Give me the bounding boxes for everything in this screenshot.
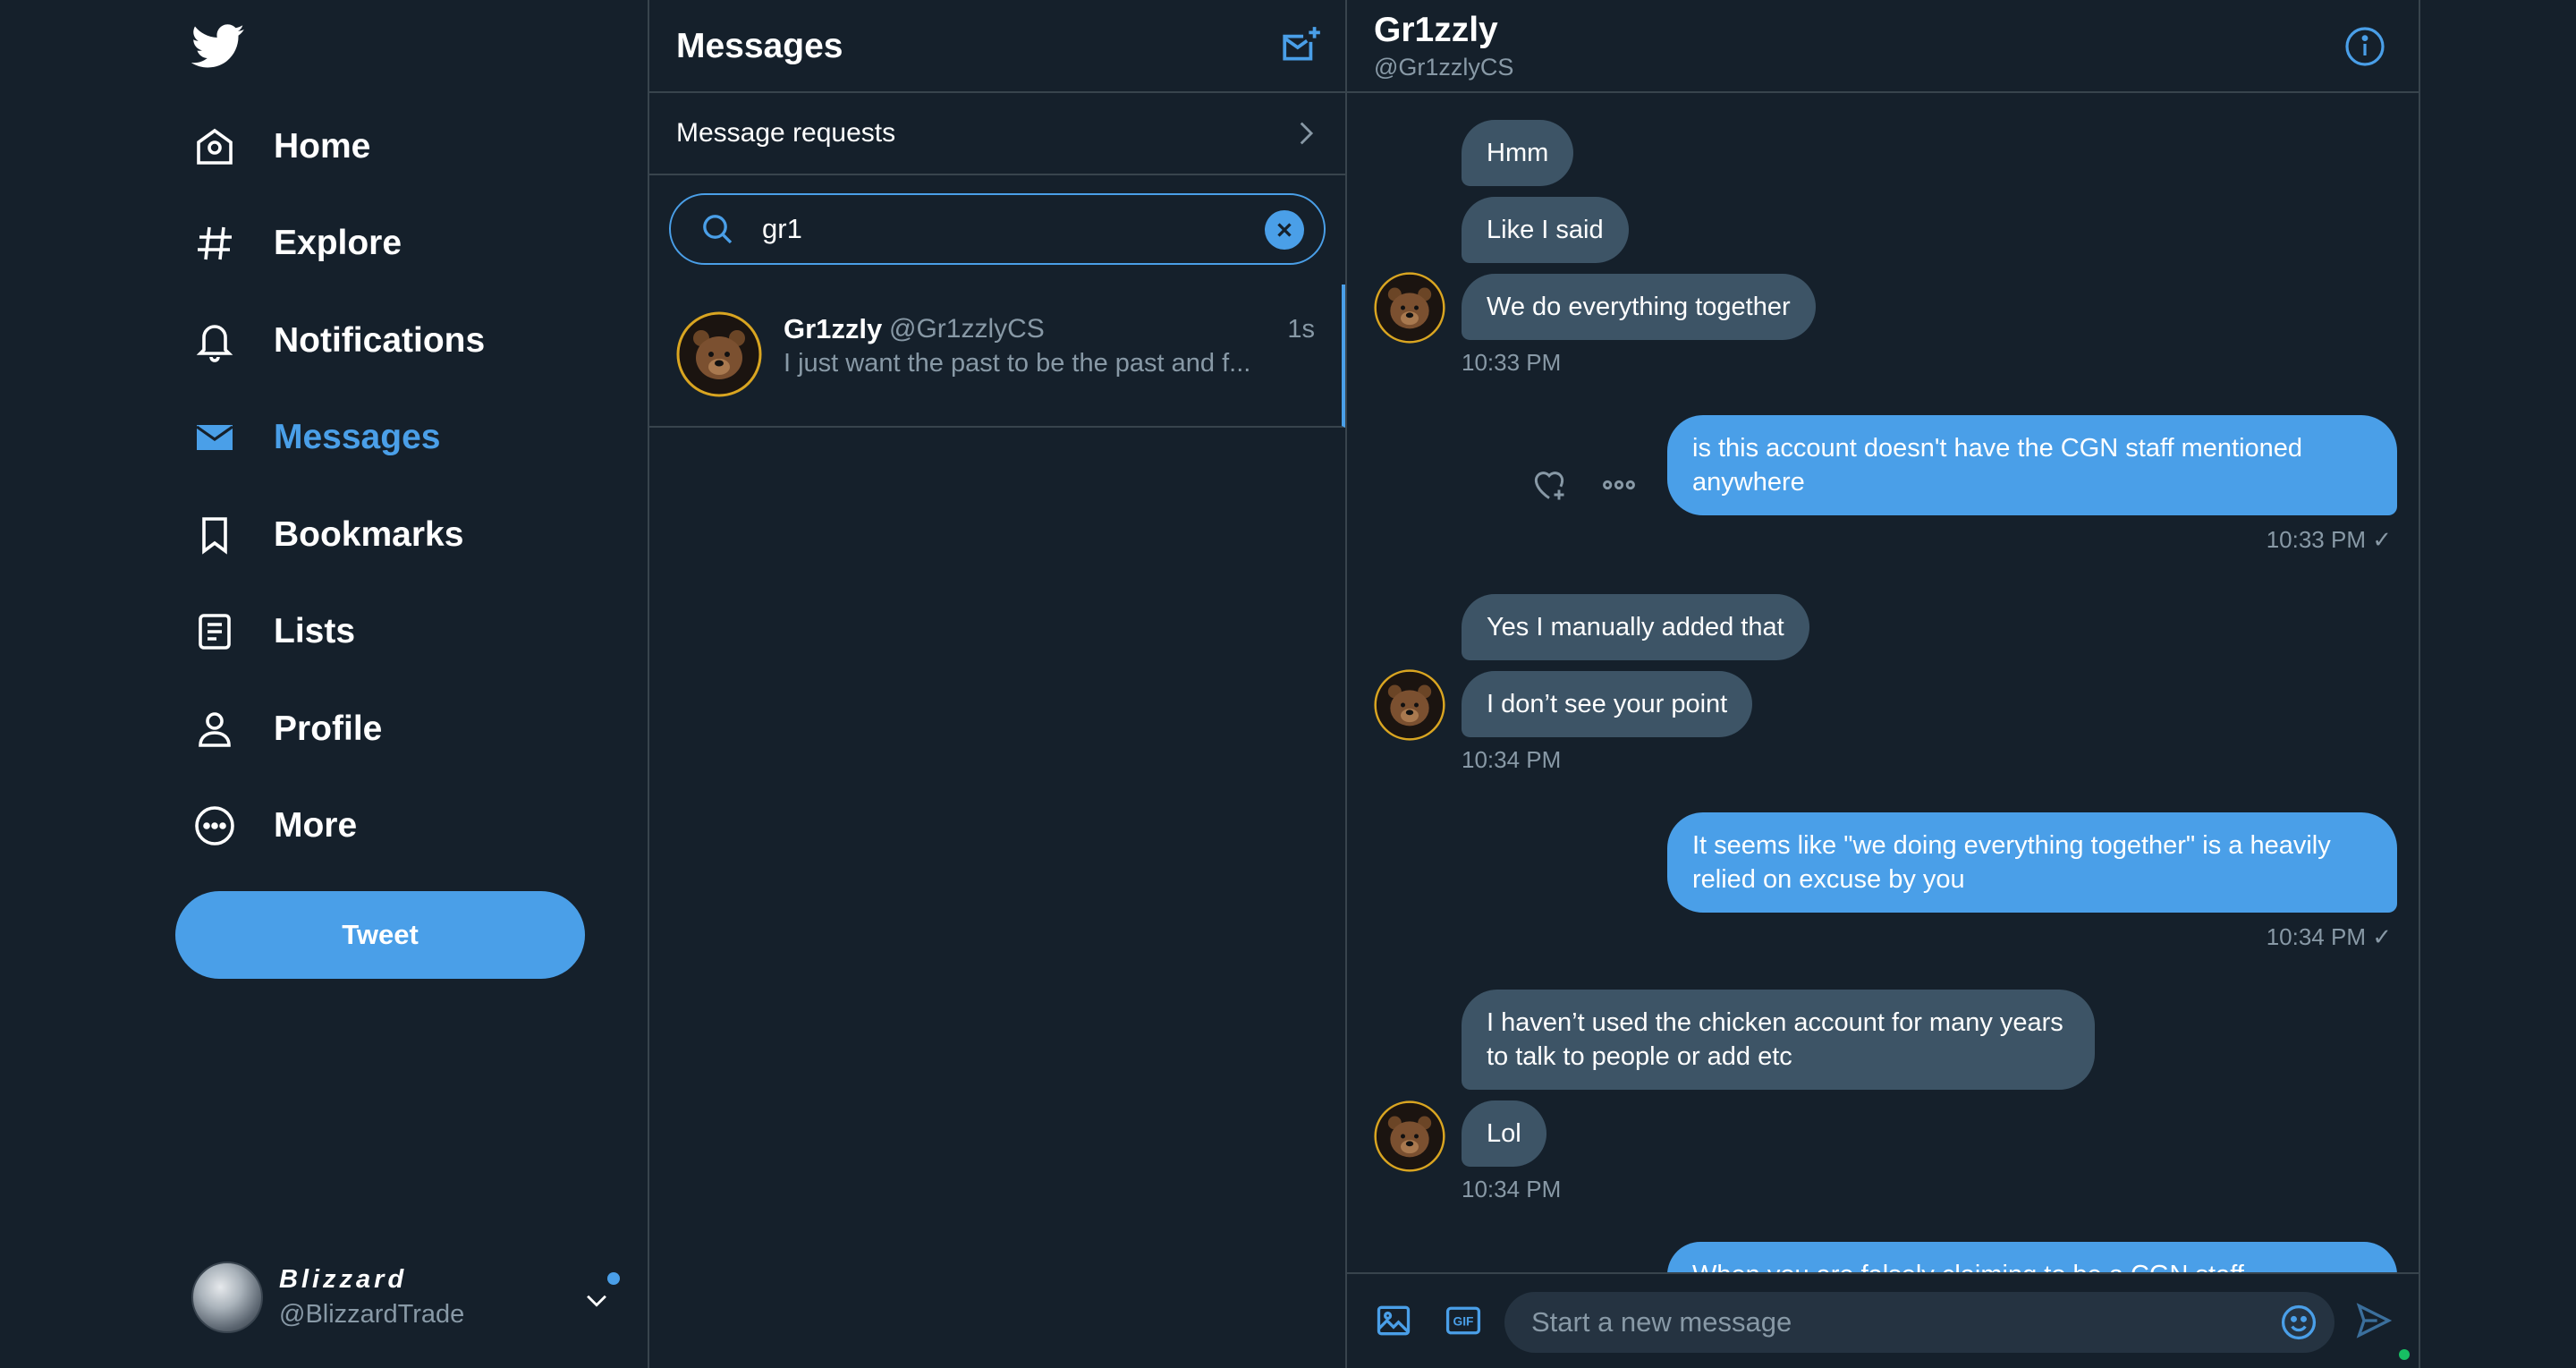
message-bubble-outgoing[interactable]: is this account doesn't have the CGN sta… — [1667, 415, 2397, 515]
message-requests-link[interactable]: Message requests — [649, 93, 1345, 175]
bell-icon — [188, 314, 242, 368]
nav-bookmarks[interactable]: Bookmarks — [188, 499, 564, 571]
message-timestamp: 10:33 PM — [1462, 349, 1562, 376]
message-bubble-incoming[interactable]: Hmm — [1462, 120, 1574, 186]
message-requests-label: Message requests — [676, 118, 896, 148]
search-box — [669, 193, 1326, 265]
message-bubble-incoming[interactable]: I don’t see your point — [1462, 671, 1753, 737]
message-bubble-outgoing[interactable]: When you are falsely claiming to be a CG… — [1667, 1242, 2397, 1272]
message-bubble-incoming[interactable]: Yes I manually added that — [1462, 594, 1809, 660]
gif-icon[interactable]: GIF — [1444, 1301, 1483, 1340]
sender-avatar — [1374, 272, 1445, 344]
send-icon[interactable] — [2354, 1301, 2394, 1340]
chevron-right-icon — [1300, 122, 1314, 145]
nav-more-label: More — [274, 806, 358, 845]
nav-notifications-label: Notifications — [274, 321, 486, 360]
envelope-icon — [188, 411, 242, 464]
message-timestamp: 10:34 PM ✓ — [2266, 923, 2392, 950]
message-timestamp: 10:33 PM ✓ — [2266, 526, 2392, 553]
conversation-handle: @Gr1zzlyCS — [889, 314, 1045, 344]
person-icon — [188, 702, 242, 756]
nav-bookmarks-label: Bookmarks — [274, 515, 464, 554]
search-icon — [703, 215, 733, 244]
message-bubble-incoming[interactable]: I haven’t used the chicken account for m… — [1462, 990, 2095, 1090]
conversation-name: Gr1zzly — [784, 313, 883, 344]
message-actions — [1530, 465, 1639, 505]
message-timestamp: 10:34 PM — [1462, 746, 1562, 773]
message-bubble-outgoing[interactable]: It seems like "we doing everything toget… — [1667, 812, 2397, 913]
message-composer: GIF — [1347, 1272, 2419, 1368]
nav-home[interactable]: Home — [188, 111, 564, 183]
search-input[interactable] — [760, 212, 1247, 246]
close-icon — [1277, 223, 1292, 237]
nav-lists[interactable]: Lists — [188, 596, 564, 667]
message-input-wrapper — [1504, 1292, 2410, 1360]
messages-header: Messages — [649, 0, 1345, 93]
nav-messages-label: Messages — [274, 418, 441, 456]
new-message-icon[interactable] — [1279, 23, 1324, 68]
conversation-preview: I just want the past to be the past and … — [784, 349, 1251, 378]
page-title: Messages — [676, 27, 843, 65]
image-icon[interactable] — [1374, 1301, 1413, 1340]
chat-header: Gr1zzly @Gr1zzlyCS — [1347, 0, 2419, 93]
status-dot — [2399, 1349, 2410, 1360]
bear-avatar-icon — [676, 311, 762, 397]
message-bubble-incoming[interactable]: We do everything together — [1462, 274, 1816, 340]
heart-add-icon[interactable] — [1530, 465, 1569, 505]
nav-profile-label: Profile — [274, 709, 383, 748]
nav-home-label: Home — [274, 127, 371, 166]
tweet-button[interactable]: Tweet — [175, 891, 585, 979]
nav-lists-label: Lists — [274, 612, 356, 650]
home-icon — [188, 120, 242, 174]
account-switcher[interactable]: Blizzard @BlizzardTrade — [191, 1260, 621, 1335]
chevron-down-icon — [587, 1295, 606, 1307]
twitter-app: Home Explore Notifications Messages Book — [0, 0, 2576, 1368]
nav-messages[interactable]: Messages — [188, 402, 564, 473]
info-icon[interactable] — [2343, 25, 2386, 68]
more-circle-icon — [188, 799, 242, 853]
conversation-item[interactable]: Gr1zzly @Gr1zzlyCS 1s I just want the pa… — [649, 285, 1345, 428]
sender-avatar — [1374, 1100, 1445, 1172]
message-bubble-incoming[interactable]: Like I said — [1462, 197, 1629, 263]
sender-avatar — [1374, 669, 1445, 741]
emoji-icon[interactable] — [2279, 1303, 2318, 1342]
chat-handle: @Gr1zzlyCS — [1374, 54, 1514, 81]
conversation-time: 1s — [1287, 315, 1315, 344]
chat-title: Gr1zzly — [1374, 11, 1498, 49]
avatar — [191, 1262, 263, 1333]
nav-explore[interactable]: Explore — [188, 208, 564, 279]
messages-list-panel: Messages Message requests gr1 Gr1zzly @G… — [649, 0, 1347, 1368]
clear-search-button[interactable] — [1265, 210, 1304, 250]
right-empty-area — [2420, 0, 2576, 1368]
more-horizontal-icon[interactable] — [1599, 465, 1639, 505]
chat-panel: Gr1zzly @Gr1zzlyCS Hmm Like I said We do… — [1347, 0, 2420, 1368]
twitter-logo-icon[interactable] — [191, 23, 245, 70]
nav-more[interactable]: More — [188, 790, 564, 862]
nav-notifications[interactable]: Notifications — [188, 305, 564, 377]
account-display-name: Blizzard — [279, 1265, 408, 1294]
account-handle: @BlizzardTrade — [279, 1300, 465, 1329]
message-bubble-incoming[interactable]: Lol — [1462, 1100, 1546, 1167]
nav-profile[interactable]: Profile — [188, 693, 564, 765]
hashtag-icon — [188, 217, 242, 270]
svg-text:GIF: GIF — [1453, 1315, 1474, 1329]
nav-explore-label: Explore — [274, 224, 402, 262]
bookmark-icon — [188, 508, 242, 562]
sidebar-nav: Home Explore Notifications Messages Book — [0, 0, 649, 1368]
message-thread: Hmm Like I said We do everything togethe… — [1347, 93, 2419, 1272]
message-input[interactable] — [1530, 1305, 2231, 1339]
message-timestamp: 10:34 PM — [1462, 1176, 1562, 1202]
notification-dot — [607, 1272, 620, 1285]
list-icon — [188, 605, 242, 659]
